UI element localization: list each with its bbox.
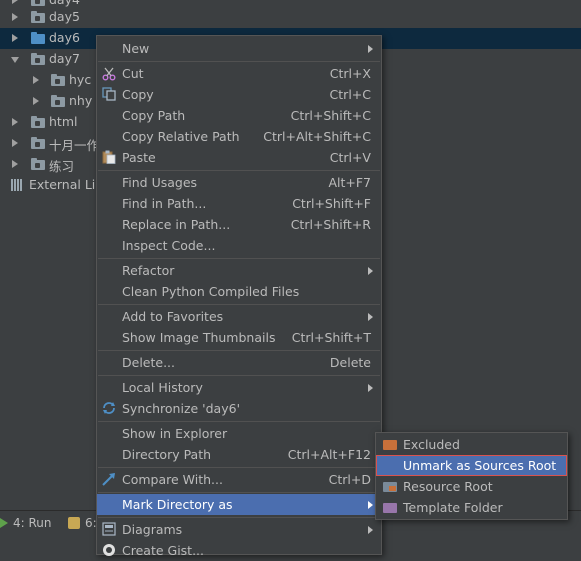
run-icon [0, 518, 8, 528]
tree-item-practice[interactable]: 练习 [0, 154, 110, 175]
sync-icon [103, 402, 115, 414]
menu-item-directory-path[interactable]: Directory Path Ctrl+Alt+F12 [97, 444, 381, 465]
chevron-right-icon [368, 383, 373, 392]
diagram-icon [102, 522, 116, 536]
chevron-right-icon [368, 266, 373, 275]
tree-item-day7[interactable]: day7 [0, 49, 110, 70]
folder-icon [31, 137, 45, 149]
chevron-right-icon[interactable] [12, 13, 18, 21]
menu-item-copy[interactable]: Copy Ctrl+C [97, 84, 381, 105]
tree-item-hyc[interactable]: hyc [0, 70, 110, 91]
folder-icon [31, 158, 45, 170]
menu-separator [98, 61, 380, 62]
menu-separator [98, 304, 380, 305]
template-folder-icon [383, 503, 397, 513]
menu-separator [98, 375, 380, 376]
folder-icon [31, 53, 45, 65]
todo-tool-tab[interactable]: 6: [68, 514, 97, 532]
folder-icon [31, 11, 45, 23]
chevron-right-icon [368, 525, 373, 534]
resource-folder-icon [383, 482, 397, 492]
chevron-right-icon [368, 500, 373, 509]
menu-separator [98, 421, 380, 422]
chevron-right-icon[interactable] [12, 0, 18, 4]
chevron-right-icon[interactable] [12, 118, 18, 126]
menu-item-add-to-favorites[interactable]: Add to Favorites [97, 306, 381, 327]
folder-icon [51, 95, 65, 107]
menu-item-inspect-code[interactable]: Inspect Code... [97, 235, 381, 256]
menu-item-clean-python[interactable]: Clean Python Compiled Files [97, 281, 381, 302]
context-menu: New Cut Ctrl+X Copy Ctrl+C Copy Path Ctr… [96, 35, 382, 558]
chevron-right-icon [368, 44, 373, 53]
menu-item-cut[interactable]: Cut Ctrl+X [97, 63, 381, 84]
tree-item-external-libraries[interactable]: External Lib [0, 175, 110, 196]
menu-item-delete[interactable]: Delete... Delete [97, 352, 381, 373]
scissors-icon [102, 67, 116, 81]
tree-item-html[interactable]: html [0, 112, 110, 133]
run-tool-tab[interactable]: 4: Run [0, 514, 52, 532]
paste-icon [102, 150, 116, 164]
menu-item-synchronize[interactable]: Synchronize 'day6' [97, 398, 381, 419]
menu-separator [98, 467, 380, 468]
menu-item-find-usages[interactable]: Find Usages Alt+F7 [97, 172, 381, 193]
menu-item-copy-path[interactable]: Copy Path Ctrl+Shift+C [97, 105, 381, 126]
copy-icon [102, 87, 116, 101]
menu-item-show-thumbnails[interactable]: Show Image Thumbnails Ctrl+Shift+T [97, 327, 381, 348]
menu-separator [98, 258, 380, 259]
tree-item-october[interactable]: 十月一作 [0, 133, 110, 154]
github-icon [103, 544, 115, 556]
todo-icon [68, 517, 80, 529]
folder-icon [51, 74, 65, 86]
source-folder-icon [31, 32, 45, 44]
chevron-right-icon[interactable] [12, 139, 18, 147]
submenu-item-template-folder[interactable]: Template Folder [376, 497, 567, 518]
submenu-item-resource-root[interactable]: Resource Root [376, 476, 567, 497]
menu-item-replace-in-path[interactable]: Replace in Path... Ctrl+Shift+R [97, 214, 381, 235]
excluded-folder-icon [383, 440, 397, 450]
menu-item-refactor[interactable]: Refactor [97, 260, 381, 281]
tree-item-day5[interactable]: day5 [0, 7, 110, 28]
menu-separator [98, 170, 380, 171]
menu-item-create-gist[interactable]: Create Gist... [97, 540, 381, 561]
chevron-right-icon[interactable] [33, 76, 39, 84]
chevron-right-icon [368, 312, 373, 321]
menu-item-compare-with[interactable]: Compare With... Ctrl+D [97, 469, 381, 490]
menu-item-new[interactable]: New [97, 38, 381, 59]
menu-separator [98, 350, 380, 351]
menu-item-find-in-path[interactable]: Find in Path... Ctrl+Shift+F [97, 193, 381, 214]
menu-item-show-in-explorer[interactable]: Show in Explorer [97, 423, 381, 444]
menu-item-local-history[interactable]: Local History [97, 377, 381, 398]
library-icon [11, 179, 24, 191]
menu-item-paste[interactable]: Paste Ctrl+V [97, 147, 381, 168]
submenu-item-excluded[interactable]: Excluded [376, 434, 567, 455]
menu-item-mark-directory-as[interactable]: Mark Directory as [97, 494, 381, 515]
tree-item-nhy[interactable]: nhy [0, 91, 110, 112]
menu-separator [98, 492, 380, 493]
menu-item-diagrams[interactable]: Diagrams [97, 519, 381, 540]
mark-directory-submenu: Excluded Unmark as Sources Root Resource… [375, 432, 568, 520]
menu-separator [98, 517, 380, 518]
submenu-item-unmark-sources-root[interactable]: Unmark as Sources Root [376, 455, 567, 476]
menu-item-copy-relative-path[interactable]: Copy Relative Path Ctrl+Alt+Shift+C [97, 126, 381, 147]
folder-icon [31, 116, 45, 128]
chevron-right-icon[interactable] [12, 160, 18, 168]
folder-icon [31, 0, 45, 6]
chevron-right-icon[interactable] [33, 97, 39, 105]
chevron-down-icon[interactable] [11, 57, 19, 63]
chevron-right-icon[interactable] [12, 34, 18, 42]
compare-arrows-icon [102, 473, 115, 486]
